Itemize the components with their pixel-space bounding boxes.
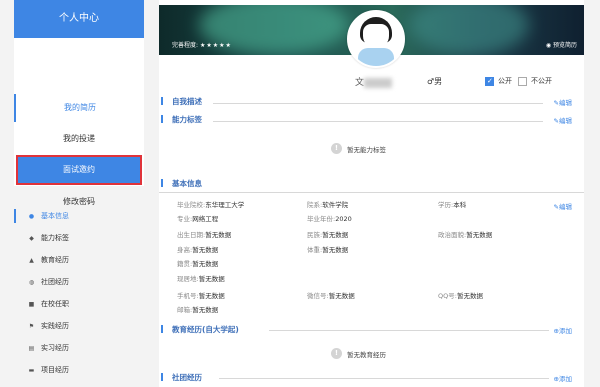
field-height: 身高:暂无数据 [177, 246, 219, 254]
info-icon: ! [331, 348, 342, 359]
field-grad-year: 毕业年份:2020 [307, 215, 352, 223]
group-icon: ◍ [28, 278, 35, 286]
graduation-cap-icon: ▲ [29, 256, 34, 264]
field-college: 院系:软件学院 [307, 201, 349, 209]
info-icon: ! [331, 143, 342, 154]
private-checkbox[interactable] [518, 76, 527, 86]
add-education-button[interactable]: ⊕添加 [554, 325, 572, 335]
section-title-clubs: 社团经历 [161, 372, 202, 383]
field-birthday: 出生日期:暂无数据 [177, 231, 232, 239]
redacted-name [364, 77, 393, 88]
field-major: 专业:网络工程 [177, 215, 219, 223]
divider [219, 378, 549, 379]
user-name: 文 [355, 75, 400, 88]
empty-education: ! 暂无教育经历 [331, 348, 386, 359]
edit-basic-info-button[interactable]: ✎编辑 [554, 201, 572, 211]
divider [269, 330, 549, 331]
sidebar-item-my-applications[interactable]: 我的投递 [14, 125, 144, 153]
sidebar-menu: 我的简历 我的投递 面试邀约 修改密码 [14, 38, 144, 206]
nav-clubs[interactable]: ◍ 社团经历 [14, 271, 144, 293]
edit-ability-tags-button[interactable]: ✎编辑 [554, 115, 572, 125]
field-weight: 体重:暂无数据 [307, 246, 349, 254]
folder-icon: ▬ [28, 366, 35, 374]
briefcase-icon: ■ [28, 300, 35, 308]
section-title-education: 教育经历(自大学起) [161, 324, 239, 335]
rating-stars: ★★★★★ [199, 42, 232, 49]
field-wechat: 微信号:暂无数据 [307, 292, 355, 300]
nav-campus-roles[interactable]: ■ 在校任职 [14, 293, 144, 315]
nav-internship[interactable]: ▤ 实习经历 [14, 337, 144, 359]
nav-basic-info[interactable]: ● 基本信息 [14, 205, 144, 227]
divider [159, 192, 584, 193]
empty-ability-tags: ! 暂无能力标签 [331, 143, 386, 154]
section-title-self-description: 自我描述 [161, 96, 202, 107]
field-hometown: 籍贯:暂无数据 [177, 260, 219, 268]
document-icon: ▤ [28, 344, 35, 352]
field-residence: 现居地:暂无数据 [177, 275, 225, 283]
sidebar-item-interview-invitations[interactable]: 面试邀约 [16, 155, 142, 185]
resume-card: 完善程度: ★★★★★ ◉ 预览简历 文 ♂男 公开 不公开 自我描述 ✎编辑 … [159, 0, 584, 387]
divider [213, 103, 543, 104]
section-title-ability-tags: 能力标签 [161, 114, 202, 125]
field-degree: 学历:本科 [438, 201, 467, 209]
preview-resume-button[interactable]: ◉ 预览简历 [546, 40, 577, 49]
tag-icon: ◆ [29, 234, 34, 242]
field-school: 毕业院校:东华理工大学 [177, 201, 245, 209]
field-ethnicity: 民族:暂无数据 [307, 231, 349, 239]
section-title-basic-info: 基本信息 [161, 178, 202, 189]
field-qq: QQ号:暂无数据 [438, 292, 483, 300]
visibility-options: 公开 不公开 [485, 76, 552, 86]
add-club-button[interactable]: ⊕添加 [554, 373, 572, 383]
user-icon: ● [28, 212, 35, 220]
flag-icon: ⚑ [28, 322, 35, 330]
resume-section-nav: ● 基本信息 ◆ 能力标签 ▲ 教育经历 ◍ 社团经历 ■ 在校任职 ⚑ 实践经历 ▤ 实习经… [14, 205, 144, 381]
nav-projects[interactable]: ▬ 项目经历 [14, 359, 144, 381]
field-phone: 手机号:暂无数据 [177, 292, 225, 300]
public-checkbox[interactable] [485, 76, 494, 86]
field-email: 邮箱:暂无数据 [177, 306, 219, 314]
sidebar: 个人中心 我的简历 我的投递 面试邀约 修改密码 [14, 0, 144, 206]
aurora-decoration [409, 5, 529, 55]
nav-education[interactable]: ▲ 教育经历 [14, 249, 144, 271]
sidebar-item-my-resume[interactable]: 我的简历 [14, 94, 144, 122]
field-politics: 政治面貌:暂无数据 [438, 231, 493, 239]
eye-icon: ◉ [545, 42, 552, 49]
nav-ability-tags[interactable]: ◆ 能力标签 [14, 227, 144, 249]
edit-self-description-button[interactable]: ✎编辑 [554, 97, 572, 107]
gender-display: ♂男 [427, 77, 443, 86]
divider [213, 121, 543, 122]
avatar[interactable] [347, 10, 405, 68]
sidebar-title: 个人中心 [14, 0, 144, 38]
completeness-rating: 完善程度: ★★★★★ [172, 42, 232, 49]
nav-practice[interactable]: ⚑ 实践经历 [14, 315, 144, 337]
